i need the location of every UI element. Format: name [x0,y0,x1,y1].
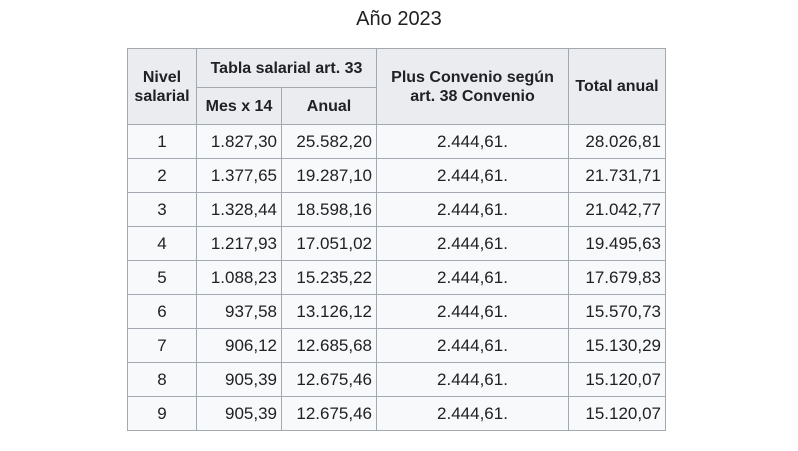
cell-plus: 2.444,61. [376,328,569,363]
cell-total: 15.120,07 [568,362,666,397]
cell-anual: 15.235,22 [281,260,377,295]
cell-anual: 12.675,46 [281,396,377,431]
cell-plus: 2.444,61. [376,192,569,227]
header-tabla-salarial: Tabla salarial art. 33 [196,48,377,88]
cell-plus: 2.444,61. [376,158,569,193]
table-body: 1 1.827,30 25.582,20 2.444,61. 28.026,81… [127,124,666,431]
table-row: 6 937,58 13.126,12 2.444,61. 15.570,73 [127,294,666,329]
cell-mes: 1.827,30 [196,124,282,159]
salary-table: Nivel salarial Tabla salarial art. 33 Pl… [127,48,666,431]
cell-nivel: 8 [127,362,197,397]
cell-total: 15.130,29 [568,328,666,363]
cell-anual: 25.582,20 [281,124,377,159]
table-row: 1 1.827,30 25.582,20 2.444,61. 28.026,81 [127,124,666,159]
cell-anual: 17.051,02 [281,226,377,261]
header-nivel-salarial: Nivel salarial [127,48,197,125]
table-row: 2 1.377,65 19.287,10 2.444,61. 21.731,71 [127,158,666,193]
cell-nivel: 5 [127,260,197,295]
table-row: 7 906,12 12.685,68 2.444,61. 15.130,29 [127,328,666,363]
cell-total: 17.679,83 [568,260,666,295]
header-plus-convenio: Plus Convenio según art. 38 Convenio [376,48,569,125]
cell-total: 21.042,77 [568,192,666,227]
cell-mes: 905,39 [196,362,282,397]
cell-mes: 905,39 [196,396,282,431]
cell-total: 21.731,71 [568,158,666,193]
cell-nivel: 9 [127,396,197,431]
cell-anual: 12.685,68 [281,328,377,363]
cell-total: 19.495,63 [568,226,666,261]
cell-anual: 13.126,12 [281,294,377,329]
cell-mes: 1.088,23 [196,260,282,295]
cell-total: 15.570,73 [568,294,666,329]
cell-plus: 2.444,61. [376,226,569,261]
cell-mes: 1.328,44 [196,192,282,227]
table-row: 5 1.088,23 15.235,22 2.444,61. 17.679,83 [127,260,666,295]
cell-plus: 2.444,61. [376,396,569,431]
cell-total: 28.026,81 [568,124,666,159]
table-caption: Año 2023 [356,8,442,30]
header-mes-x-14: Mes x 14 [196,87,282,125]
table-row: 4 1.217,93 17.051,02 2.444,61. 19.495,63 [127,226,666,261]
cell-anual: 12.675,46 [281,362,377,397]
cell-mes: 906,12 [196,328,282,363]
cell-nivel: 1 [127,124,197,159]
cell-plus: 2.444,61. [376,362,569,397]
table-row: 3 1.328,44 18.598,16 2.444,61. 21.042,77 [127,192,666,227]
cell-nivel: 6 [127,294,197,329]
cell-mes: 1.217,93 [196,226,282,261]
cell-nivel: 3 [127,192,197,227]
cell-nivel: 2 [127,158,197,193]
header-total-anual: Total anual [568,48,666,125]
cell-nivel: 4 [127,226,197,261]
cell-mes: 1.377,65 [196,158,282,193]
cell-total: 15.120,07 [568,396,666,431]
header-row: Nivel salarial Tabla salarial art. 33 Pl… [127,48,666,125]
header-anual: Anual [281,87,377,125]
table-row: 9 905,39 12.675,46 2.444,61. 15.120,07 [127,396,666,431]
cell-anual: 19.287,10 [281,158,377,193]
cell-mes: 937,58 [196,294,282,329]
cell-plus: 2.444,61. [376,294,569,329]
cell-anual: 18.598,16 [281,192,377,227]
cell-plus: 2.444,61. [376,124,569,159]
cell-nivel: 7 [127,328,197,363]
cell-plus: 2.444,61. [376,260,569,295]
table-row: 8 905,39 12.675,46 2.444,61. 15.120,07 [127,362,666,397]
